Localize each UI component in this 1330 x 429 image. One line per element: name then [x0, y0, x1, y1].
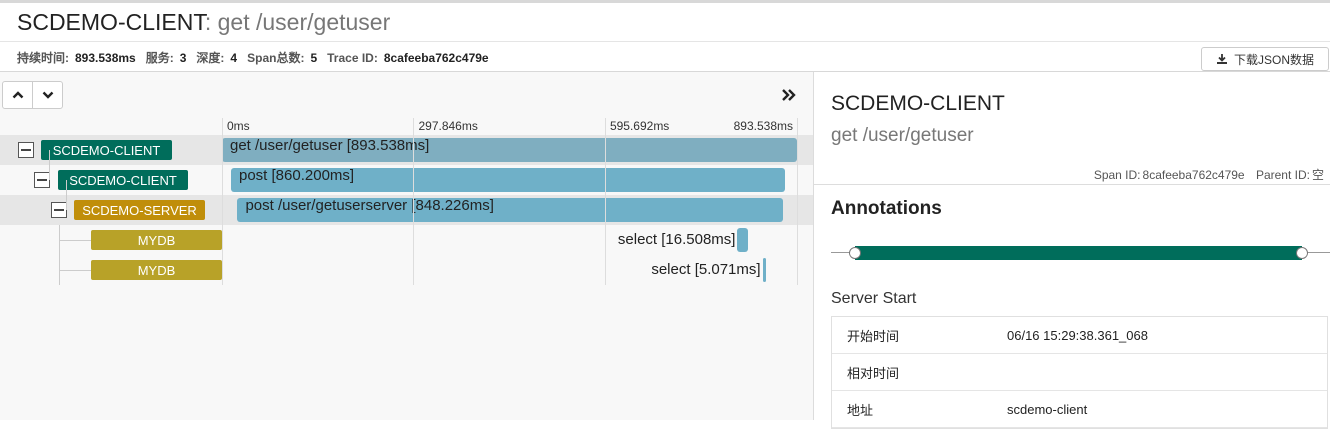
download-json-label: 下载JSON数据 — [1233, 52, 1314, 67]
span-row[interactable]: SCDEMO-SERVER post /user/getuserserver [8… — [0, 195, 813, 225]
time-tick-label: 297.846ms — [418, 119, 478, 133]
download-json-button[interactable]: 下载JSON数据 — [1201, 47, 1329, 71]
parent-id-label: Parent ID: — [1255, 168, 1310, 182]
annotation-row: 开始时间 06/16 15:29:38.361_068 — [832, 317, 1327, 354]
detail-ids: Span ID: 8cafeeba762c479e Parent ID: 空 — [1089, 166, 1324, 183]
collapse-toggle-icon[interactable] — [34, 172, 50, 188]
time-tick-label: 893.538ms — [733, 119, 793, 133]
annotation-value: 06/16 15:29:38.361_068 — [1007, 327, 1148, 343]
annotation-event-title: Server Start — [831, 290, 917, 307]
span-row[interactable]: SCDEMO-CLIENT post [860.200ms] — [0, 165, 813, 195]
detail-service-name: SCDEMO-CLIENT — [831, 92, 1005, 115]
annotation-key: 地址 — [847, 402, 874, 418]
span-nav-buttons — [2, 81, 63, 109]
collapse-toggle-icon[interactable] — [51, 202, 67, 218]
span-duration-bar[interactable] — [762, 258, 766, 282]
span-label: select [5.071ms] — [651, 261, 761, 278]
stat-label: 持续时间: — [17, 51, 69, 65]
stat-label: 服务: — [145, 51, 174, 65]
stat-value: 893.538ms — [75, 51, 136, 65]
service-badge[interactable]: MYDB — [91, 260, 222, 280]
divider — [0, 41, 1330, 42]
time-tick-label: 595.692ms — [609, 119, 670, 133]
trace-stats: 持续时间: 893.538ms 服务: 3 深度: 4 Span总数: 5 Trace ID: 8… — [17, 49, 499, 66]
annotation-key: 开始时间 — [847, 328, 900, 344]
stat-label: Trace ID: — [327, 51, 378, 65]
stat-value: 5 — [310, 51, 318, 65]
page-title: SCDEMO-CLIENT: get /user/getuser — [17, 9, 390, 36]
tree-connector — [59, 270, 91, 271]
collapse-toggle-icon[interactable] — [18, 142, 34, 158]
trace-service-name: SCDEMO-CLIENT — [17, 9, 205, 35]
span-label: get /user/getuser [893.538ms] — [230, 137, 430, 154]
prev-span-button[interactable] — [3, 82, 32, 108]
time-grid-line — [797, 118, 798, 285]
annotation-table: 开始时间 06/16 15:29:38.361_068 相对时间地址 scdemo-c… — [831, 316, 1328, 429]
chevron-down-icon — [42, 91, 53, 99]
double-chevron-right-icon — [782, 89, 796, 101]
span-label: post [860.200ms] — [239, 167, 355, 184]
time-grid-line — [604, 118, 606, 285]
span-id-value: 8cafeeba762c479e — [1142, 168, 1245, 182]
span-label: post /user/getuserserver [848.226ms] — [245, 197, 494, 214]
annotation-marker-start[interactable] — [849, 247, 861, 259]
timeline-span-bar — [855, 246, 1302, 260]
stat-label: Span总数: — [247, 51, 305, 65]
divider — [814, 184, 1330, 185]
annotation-value: scdemo-client — [1007, 401, 1088, 417]
span-detail-panel: SCDEMO-CLIENT get /user/getuser Span ID:… — [813, 72, 1330, 429]
download-icon — [1216, 54, 1227, 64]
collapse-detail-button[interactable] — [778, 84, 800, 106]
span-id-label: Span ID: — [1093, 168, 1141, 182]
stat-label: 深度: — [196, 51, 225, 65]
next-span-button[interactable] — [32, 82, 62, 108]
annotation-timeline — [831, 243, 1330, 263]
annotations-heading: Annotations — [831, 198, 942, 219]
trace-header: SCDEMO-CLIENT: get /user/getuser 持续时间: 89… — [0, 0, 1330, 72]
detail-operation-name: get /user/getuser — [831, 125, 974, 146]
tree-connector — [66, 180, 67, 210]
time-grid-line — [222, 118, 223, 285]
tree-connector — [59, 225, 60, 285]
annotation-row: 相对时间 — [832, 354, 1327, 391]
annotation-marker-end[interactable] — [1296, 247, 1308, 259]
parent-id-value: 空 — [1311, 168, 1324, 182]
span-label: select [16.508ms] — [617, 231, 736, 248]
service-badge[interactable]: SCDEMO-SERVER — [74, 200, 205, 220]
annotation-row: 地址 scdemo-client — [832, 391, 1327, 428]
span-timeline-panel: 0ms 297.846ms 595.692ms 893.538ms SCDEMO-CL… — [0, 72, 813, 420]
chevron-up-icon — [12, 91, 23, 99]
stat-value: 4 — [230, 51, 238, 65]
time-tick-label: 0ms — [227, 119, 250, 133]
trace-operation-name: : get /user/getuser — [204, 9, 391, 35]
service-badge[interactable]: SCDEMO-CLIENT — [41, 140, 172, 160]
service-badge[interactable]: SCDEMO-CLIENT — [58, 170, 188, 190]
span-row[interactable]: MYDB select [5.071ms] — [0, 255, 813, 285]
annotation-key: 相对时间 — [847, 365, 900, 381]
tree-connector — [49, 150, 50, 180]
span-row[interactable]: MYDB select [16.508ms] — [0, 225, 813, 255]
tree-connector — [59, 240, 91, 241]
span-row[interactable]: SCDEMO-CLIENT get /user/getuser [893.538m… — [0, 135, 813, 165]
stat-value: 3 — [179, 51, 187, 65]
time-axis: 0ms 297.846ms 595.692ms 893.538ms — [222, 116, 797, 134]
time-grid-line — [413, 118, 415, 285]
service-badge[interactable]: MYDB — [91, 230, 222, 250]
stat-value: 8cafeeba762c479e — [383, 51, 489, 65]
span-duration-bar[interactable] — [737, 228, 749, 252]
